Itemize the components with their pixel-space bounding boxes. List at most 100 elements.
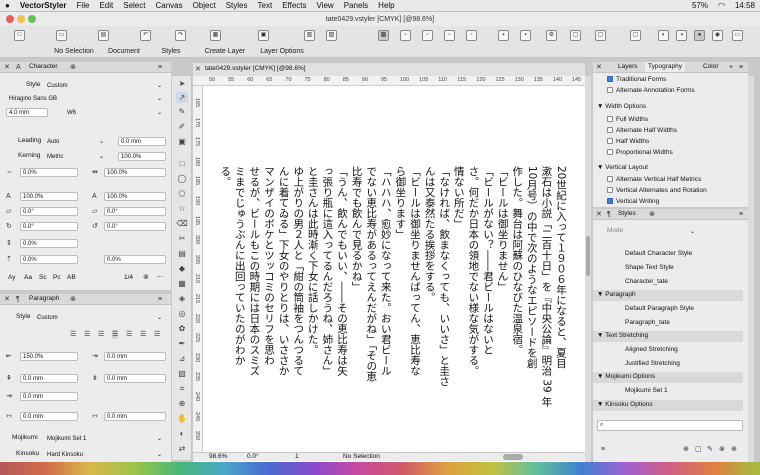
leading-select[interactable]: Auto ⌄ [44,137,108,146]
close-icon[interactable]: ✕ [596,210,602,219]
alt-half-widths-option[interactable]: Alternate Half Widths [607,126,677,136]
ellipse-tool-icon[interactable]: ◯ [176,173,188,184]
zoom-window-button[interactable] [28,15,36,23]
vertical-layout-header[interactable]: ▼ Vertical Layout [597,163,648,173]
boolean-icon[interactable]: ▪ [498,30,509,41]
measure-tool-icon[interactable]: ⊿ [176,353,188,364]
snap-guides-icon[interactable]: ▫ [422,30,433,41]
justify-center-icon[interactable]: ☰ [140,330,146,339]
style-justified-stretching[interactable]: Justified Stretching [625,359,680,369]
traditional-forms-option[interactable]: Traditional Forms [607,75,666,85]
page-value[interactable]: 1 [295,452,299,462]
style-paragraph-tate[interactable]: Paragraph_tate [625,318,670,328]
close-doc-icon[interactable]: ✕ [195,65,201,74]
menu-file[interactable]: File [72,1,95,10]
shift-alt-input[interactable]: 0.0% [104,255,166,264]
gap-alt-input[interactable]: 0.0 mm [104,412,166,421]
fullscreen-icon[interactable]: ▭ [732,30,743,41]
typography-tab[interactable]: Typography [645,62,685,72]
panel-menu-icon[interactable]: ≡ [158,295,162,304]
export-icon[interactable]: ▣ [258,30,269,41]
undo-icon[interactable]: ↶ [140,30,151,41]
kinsoku-group-header[interactable]: ▼ Kinsoku Options [593,400,743,411]
preview-icon[interactable]: ◐ [658,30,669,41]
checkbox[interactable] [607,116,613,122]
close-window-button[interactable] [6,15,14,23]
style-default-paragraph[interactable]: Default Paragraph Style [625,304,694,314]
document-tab[interactable]: Document [103,47,145,57]
align-right-icon[interactable]: ☰ [98,330,104,339]
rotate-input[interactable]: 0.0° [20,222,78,231]
panel-menu-icon[interactable]: ≡ [739,63,743,72]
eraser-tool-icon[interactable]: ⌫ [176,218,188,229]
menu-view[interactable]: View [312,1,339,10]
full-widths-option[interactable]: Full Widths [607,115,648,125]
align-icon[interactable]: ▥ [304,30,315,41]
filter-icon[interactable]: ≡ [601,445,605,454]
kerning-select[interactable]: Metric ⌄ [44,152,108,161]
warp-tool-icon[interactable]: ◎ [176,308,188,319]
align-center-icon[interactable]: ☰ [84,330,90,339]
vertical-writing-option[interactable]: Vertical Writing [607,197,659,207]
more-icon[interactable]: ⋯ [156,273,163,282]
caps-ay[interactable]: Ay [8,273,15,283]
document-tab-title[interactable]: tate0429.vstyler [CMYK] [@98.6%] [205,64,306,74]
pen-tool-icon[interactable]: ✎ [176,106,188,117]
fill-tool-icon[interactable]: ◆ [176,263,188,274]
snap-angle-icon[interactable]: ▫ [466,30,477,41]
menu-canvas[interactable]: Canvas [150,1,187,10]
proportional-widths-option[interactable]: Proportional Widths [607,148,673,158]
snap-objects-icon[interactable]: ▫ [444,30,455,41]
close-icon[interactable]: ✕ [4,295,10,304]
checkbox[interactable] [607,127,613,133]
arrange-icon[interactable]: ▪ [520,30,531,41]
delete-style-icon[interactable]: ⊗ [719,445,725,454]
font-weight-select[interactable]: W6 ⌄ [64,108,166,117]
styles-search-input[interactable]: ⌕ [597,420,743,431]
crop-tool-icon[interactable]: ⌗ [176,383,188,394]
menu-effects[interactable]: Effects [277,1,311,10]
panel-menu-icon[interactable]: ≡ [158,63,162,72]
checkbox-checked[interactable] [607,198,613,204]
color-swap-icon[interactable]: ⇄ [176,443,188,454]
close-icon[interactable]: ✕ [4,63,10,72]
style-aligned-stretching[interactable]: Aligned Stretching [625,345,678,355]
save-icon[interactable]: ▤ [98,30,109,41]
styles-tab[interactable]: Styles [153,47,189,57]
blend-tool-icon[interactable]: ◈ [176,293,188,304]
checkbox[interactable] [607,187,613,193]
width-options-header[interactable]: ▼ Width Options [597,102,646,112]
menu-object[interactable]: Object [188,1,221,10]
caps-ab[interactable]: AB [67,273,76,283]
duplicate-style-icon[interactable]: ▢ [695,445,702,454]
first-line-indent-input[interactable]: 150.0% [20,352,78,361]
justify-icon[interactable]: ☰ [112,330,119,339]
vertical-alternates-option[interactable]: Vertical Alternates and Rotation [607,186,707,196]
snap-grid-icon[interactable]: ▩ [378,30,389,41]
eyedropper-tool-icon[interactable]: ✒ [176,338,188,349]
apple-icon[interactable]: ● [0,1,15,10]
rotate-alt-input[interactable]: 0.0° [104,222,166,231]
new-style-icon[interactable]: ⊕ [683,445,689,454]
leading-mm-input[interactable]: 0.0 mm [118,137,166,146]
close-icon[interactable]: ✕ [596,63,602,72]
vertical-scrollbar[interactable] [585,76,591,462]
caps-fraction[interactable]: 1/4 [124,273,133,283]
justify-all-icon[interactable]: ☰ [126,330,132,339]
group-icon[interactable]: ⚙ [546,30,557,41]
kinsoku-select[interactable]: Hard Kinsoku ⌄ [44,450,166,459]
clear-icon[interactable]: ⊗ [143,273,149,282]
skew-input[interactable]: 0.0° [20,207,78,216]
no-selection-tab[interactable]: No Selection [48,47,100,57]
zoom-tool-icon[interactable]: ⊕ [176,398,188,409]
shape-tool-icon[interactable]: □ [176,158,188,169]
mode-select[interactable]: ⌄ [629,227,699,236]
color-palette-bar[interactable] [0,462,760,475]
brush-tool-icon[interactable]: ✐ [176,121,188,132]
hand-tool-icon[interactable]: ✋ [176,413,188,424]
layers-tab[interactable]: Layers [618,62,638,72]
view-mode-icon[interactable]: ▢ [630,30,641,41]
tsume-input[interactable]: 100.0% [104,168,166,177]
baseline-input[interactable]: 0.0% [20,239,78,248]
lock-icon[interactable]: ▢ [595,30,606,41]
